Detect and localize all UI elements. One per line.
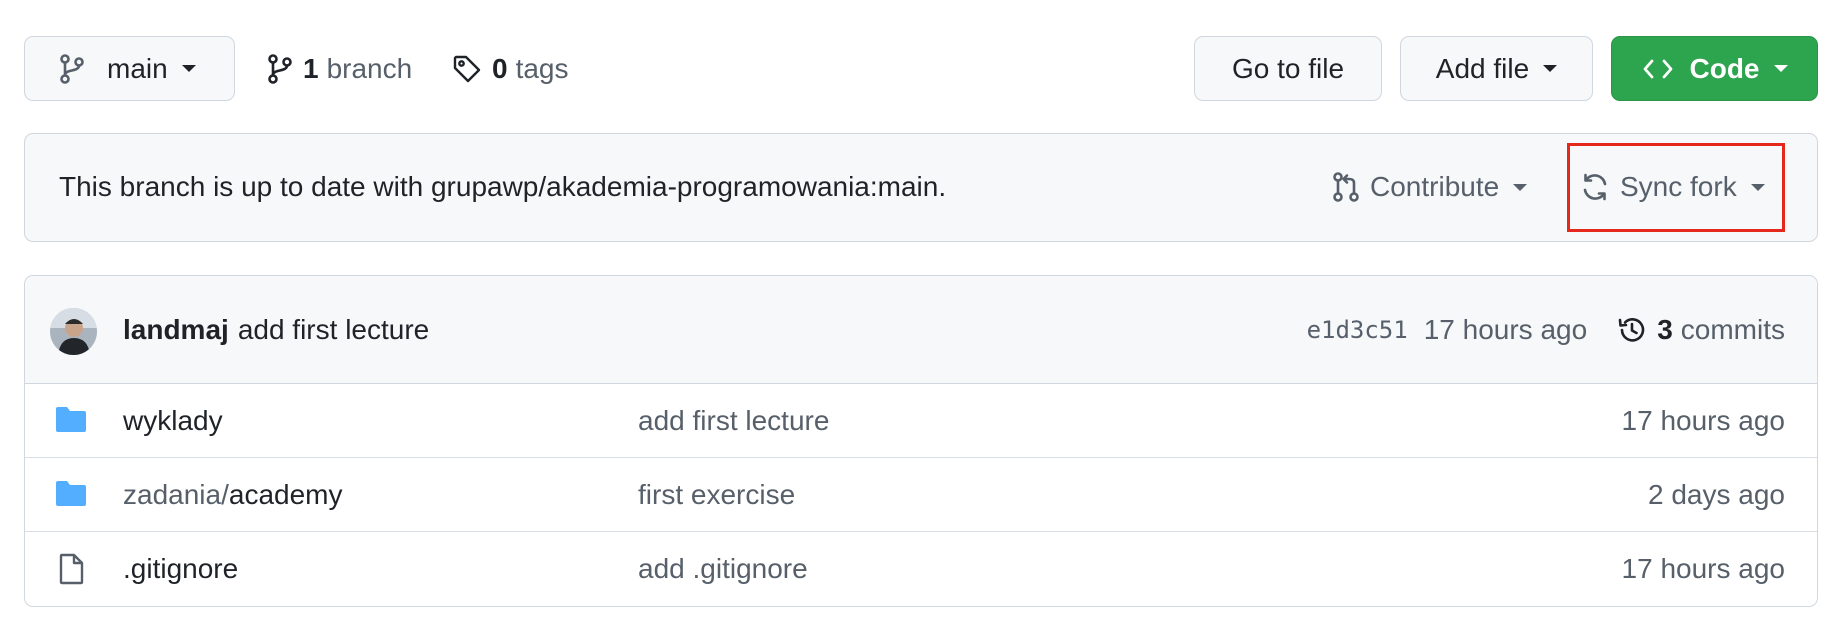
file-name: .gitignore	[123, 553, 239, 584]
file-commit-message-link[interactable]: first exercise	[638, 458, 795, 532]
tag-icon	[452, 54, 482, 84]
contribute-dropdown[interactable]: Contribute	[1332, 134, 1528, 240]
file-row: zadania/academy first exercise 2 days ag…	[25, 458, 1817, 532]
code-button-label: Code	[1689, 52, 1760, 84]
commits-label: commits	[1680, 314, 1785, 345]
go-to-file-button[interactable]: Go to file	[1194, 36, 1382, 101]
branch-count-label: branch	[326, 52, 413, 84]
commit-time: 17 hours ago	[1423, 314, 1588, 345]
history-icon	[1617, 315, 1647, 345]
file-row: .gitignore add .gitignore 17 hours ago	[25, 532, 1817, 606]
add-file-button[interactable]: Add file	[1400, 36, 1593, 101]
tag-count-label: tags	[515, 52, 569, 84]
file-age: 17 hours ago	[1621, 405, 1785, 436]
branch-select-button[interactable]: main	[24, 36, 235, 101]
git-branch-icon	[59, 53, 85, 84]
sync-fork-dropdown[interactable]: Sync fork	[1580, 134, 1765, 240]
tags-link[interactable]: 0 tags	[452, 36, 569, 101]
file-name: academy	[228, 479, 343, 510]
file-icon	[55, 553, 87, 585]
avatar[interactable]	[50, 308, 97, 355]
branches-link[interactable]: 1 branch	[267, 36, 412, 101]
file-name-link[interactable]: zadania/academy	[123, 458, 343, 532]
tag-count: 0	[492, 52, 508, 84]
file-name-link[interactable]: wyklady	[123, 384, 223, 458]
folder-icon	[55, 479, 87, 507]
chevron-down-icon	[1750, 183, 1765, 191]
contribute-label: Contribute	[1370, 171, 1500, 202]
chevron-down-icon	[1543, 65, 1558, 72]
add-file-label: Add file	[1435, 52, 1530, 84]
folder-icon	[55, 405, 87, 433]
code-icon	[1642, 56, 1674, 82]
file-commit-message-link[interactable]: add .gitignore	[638, 532, 808, 606]
commit-sha-link[interactable]: e1d3c51	[1307, 316, 1408, 344]
sync-fork-label: Sync fork	[1620, 171, 1737, 202]
commits-history-link[interactable]: 3 commits	[1617, 314, 1785, 346]
git-branch-icon	[267, 53, 293, 84]
commit-author-link[interactable]: landmaj	[123, 314, 229, 346]
fork-status-box: This branch is up to date with grupawp/a…	[24, 133, 1818, 242]
file-commit-message-link[interactable]: add first lecture	[638, 384, 829, 458]
go-to-file-label: Go to file	[1231, 52, 1345, 84]
latest-commit-message: landmaj add first lecture	[123, 276, 429, 384]
file-age: 2 days ago	[1648, 479, 1785, 510]
file-name: wyklady	[123, 405, 223, 436]
repo-toolbar: main 1 branch 0 tags Go to file Add file	[24, 36, 1818, 101]
latest-commit-meta: e1d3c51 17 hours ago 3 commits	[1307, 276, 1785, 384]
latest-commit-bar: landmaj add first lecture e1d3c51 17 hou…	[25, 276, 1817, 384]
file-path-prefix: zadania/	[123, 479, 229, 510]
git-pull-request-icon	[1332, 172, 1360, 202]
commit-message-link[interactable]: add first lecture	[238, 314, 429, 346]
file-name-link[interactable]: .gitignore	[123, 532, 238, 606]
commits-count: 3	[1657, 314, 1673, 345]
file-browser: landmaj add first lecture e1d3c51 17 hou…	[24, 275, 1818, 607]
code-button[interactable]: Code	[1611, 36, 1818, 101]
branch-select-label: main	[107, 52, 168, 84]
file-row: wyklady add first lecture 17 hours ago	[25, 384, 1817, 458]
file-age: 17 hours ago	[1621, 553, 1785, 584]
sync-icon	[1580, 172, 1610, 202]
branch-count: 1	[303, 52, 319, 84]
chevron-down-icon	[181, 65, 196, 72]
chevron-down-icon	[1513, 183, 1528, 191]
fork-status-message: This branch is up to date with grupawp/a…	[59, 171, 947, 202]
chevron-down-icon	[1773, 65, 1788, 72]
